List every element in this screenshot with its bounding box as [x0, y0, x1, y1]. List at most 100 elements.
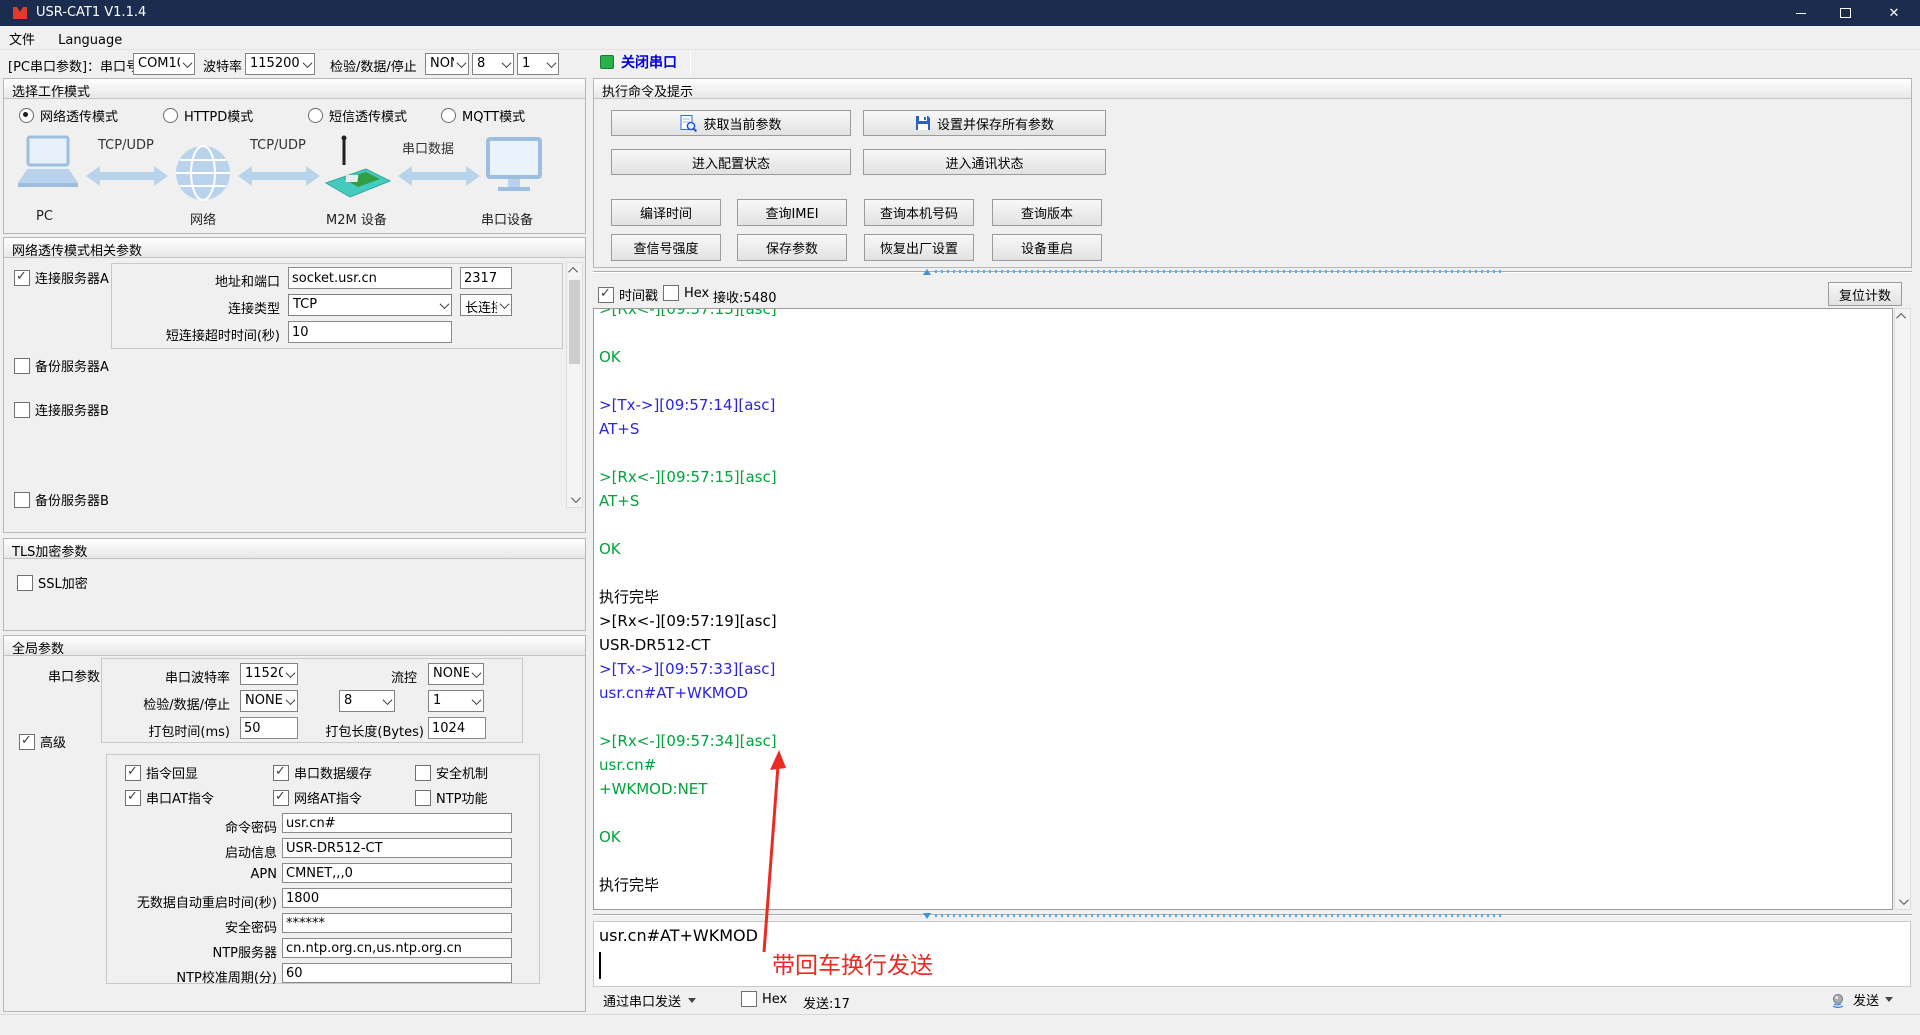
close-port-button[interactable]: 关闭串口: [600, 52, 677, 72]
backup-a-checkbox[interactable]: 备份服务器A: [14, 356, 109, 375]
security-password-input[interactable]: [282, 913, 512, 933]
checkbox-icon: [19, 734, 35, 750]
parity-label: 检验/数据/停止: [330, 56, 417, 75]
send-hex-checkbox[interactable]: Hex: [741, 991, 787, 1007]
mode-radio-mqtt[interactable]: MQTT模式: [441, 106, 525, 125]
log-line: usr.cn#AT+WKMOD: [594, 681, 1892, 705]
checkbox-icon: [273, 790, 289, 806]
restart-time-input[interactable]: [282, 888, 512, 908]
g-parity-select[interactable]: NONE: [240, 690, 298, 712]
g-baud-select[interactable]: 115200: [240, 663, 298, 685]
conn-keep-select[interactable]: 长连接: [460, 294, 512, 316]
cache-checkbox[interactable]: 串口数据缓存: [273, 763, 372, 782]
parity-select[interactable]: NONI: [425, 53, 469, 75]
chevron-down-icon: [283, 664, 297, 684]
ssl-checkbox[interactable]: SSL加密: [17, 573, 88, 592]
scroll-down-icon[interactable]: [1895, 894, 1910, 909]
get-params-button[interactable]: 获取当前参数: [611, 110, 851, 136]
boot-info-label: 启动信息: [107, 839, 277, 861]
g-stopbits-select[interactable]: 1: [428, 690, 484, 712]
cmd-password-input[interactable]: [282, 813, 512, 833]
timestamp-checkbox[interactable]: 时间戳: [598, 285, 658, 304]
device-restart-button[interactable]: 设备重启: [992, 234, 1102, 261]
baud-label: 波特率: [203, 56, 242, 75]
query-imei-button[interactable]: 查询IMEI: [737, 199, 847, 226]
log-line: AT+S: [594, 489, 1892, 513]
g-flow-select[interactable]: NONE: [428, 663, 484, 685]
log-line: AT+S: [594, 417, 1892, 441]
query-version-button[interactable]: 查询版本: [992, 199, 1102, 226]
compile-time-button[interactable]: 编译时间: [611, 199, 721, 226]
log-line: OK: [594, 537, 1892, 561]
baud-select[interactable]: 115200: [245, 53, 315, 75]
signal-strength-button[interactable]: 查信号强度: [611, 234, 721, 261]
splitter-collapse-icon[interactable]: [923, 269, 931, 275]
ntp-period-input[interactable]: [282, 963, 512, 983]
mode-radio-net[interactable]: 网络透传模式: [19, 106, 118, 125]
ntp-checkbox[interactable]: NTP功能: [415, 788, 488, 807]
chevron-down-icon: [454, 54, 468, 74]
g-packtime-input[interactable]: [240, 717, 298, 739]
node-label-m2m: M2M 设备: [326, 209, 387, 228]
menu-file[interactable]: 文件: [0, 26, 44, 51]
short-timeout-input[interactable]: [288, 321, 452, 343]
enter-comm-button[interactable]: 进入通讯状态: [863, 149, 1106, 175]
ntp-server-input[interactable]: [282, 938, 512, 958]
server-b-checkbox[interactable]: 连接服务器B: [14, 400, 109, 419]
scroll-up-icon[interactable]: [567, 263, 582, 278]
log-line: [594, 513, 1892, 537]
server-a-port-input[interactable]: [460, 267, 512, 289]
net-at-checkbox[interactable]: 网络AT指令: [273, 788, 362, 807]
maximize-button[interactable]: [1823, 0, 1868, 26]
stopbits-select[interactable]: 1: [517, 53, 559, 75]
send-via-serial-dropdown[interactable]: 通过串口发送: [603, 991, 696, 1010]
conn-type-select[interactable]: TCP: [288, 294, 452, 316]
echo-checkbox[interactable]: 指令回显: [125, 763, 198, 782]
advanced-checkbox[interactable]: 高级: [19, 732, 66, 751]
g-packlen-input[interactable]: [428, 717, 486, 739]
mode-radio-sms[interactable]: 短信透传模式: [308, 106, 407, 125]
server-a-checkbox[interactable]: 连接服务器A: [14, 268, 109, 287]
boot-info-input[interactable]: [282, 838, 512, 858]
set-save-params-button[interactable]: 设置并保存所有参数: [863, 110, 1106, 136]
query-phone-button[interactable]: 查询本机号码: [864, 199, 974, 226]
log-line: 执行完毕: [594, 873, 1892, 897]
mode-radio-httpd[interactable]: HTTPD模式: [163, 106, 253, 125]
scrollbar-thumb[interactable]: [569, 280, 580, 364]
log-scrollbar[interactable]: [1894, 308, 1911, 910]
g-databits-select[interactable]: 8: [339, 690, 395, 712]
scroll-down-icon[interactable]: [567, 492, 582, 507]
scroll-up-icon[interactable]: [1895, 309, 1910, 324]
backup-b-checkbox[interactable]: 备份服务器B: [14, 490, 109, 509]
g-baud-label: 串口波特率: [102, 664, 230, 686]
enter-config-button[interactable]: 进入配置状态: [611, 149, 851, 175]
log-line: [594, 849, 1892, 873]
log-control-row: 时间戳 Hex 接收:5480 复位计数: [593, 281, 1912, 307]
net-params-scrollbar[interactable]: [566, 262, 583, 508]
chevron-down-icon: [437, 295, 451, 315]
save-params-button[interactable]: 保存参数: [737, 234, 847, 261]
checkbox-icon: [14, 358, 30, 374]
close-button[interactable]: ✕: [1868, 0, 1920, 26]
log-hex-checkbox[interactable]: Hex: [663, 285, 709, 301]
log-line: [594, 561, 1892, 585]
factory-reset-button[interactable]: 恢复出厂设置: [864, 234, 974, 261]
splitter-collapse-icon[interactable]: [923, 913, 931, 919]
minimize-button[interactable]: [1778, 0, 1823, 26]
pc-icon: [18, 137, 78, 187]
serial-at-checkbox[interactable]: 串口AT指令: [125, 788, 214, 807]
databits-select[interactable]: 8: [472, 53, 514, 75]
log-area[interactable]: >[Rx<-][09:57:13][asc] OK >[Tx->][09:57:…: [593, 308, 1893, 910]
server-a-host-input[interactable]: [288, 267, 452, 289]
reset-count-button[interactable]: 复位计数: [1828, 282, 1902, 306]
security-checkbox[interactable]: 安全机制: [415, 763, 488, 782]
apn-input[interactable]: [282, 863, 512, 883]
com-port-select[interactable]: COM10: [133, 53, 195, 75]
chevron-down-icon: [499, 54, 513, 74]
log-splitter-top[interactable]: [593, 268, 1912, 278]
workmode-group-header: 选择工作模式: [4, 79, 585, 99]
send-button[interactable]: 发送: [1831, 990, 1893, 1009]
log-splitter-bottom[interactable]: [593, 911, 1912, 921]
menu-language[interactable]: Language: [49, 30, 131, 51]
checkbox-icon: [14, 270, 30, 286]
